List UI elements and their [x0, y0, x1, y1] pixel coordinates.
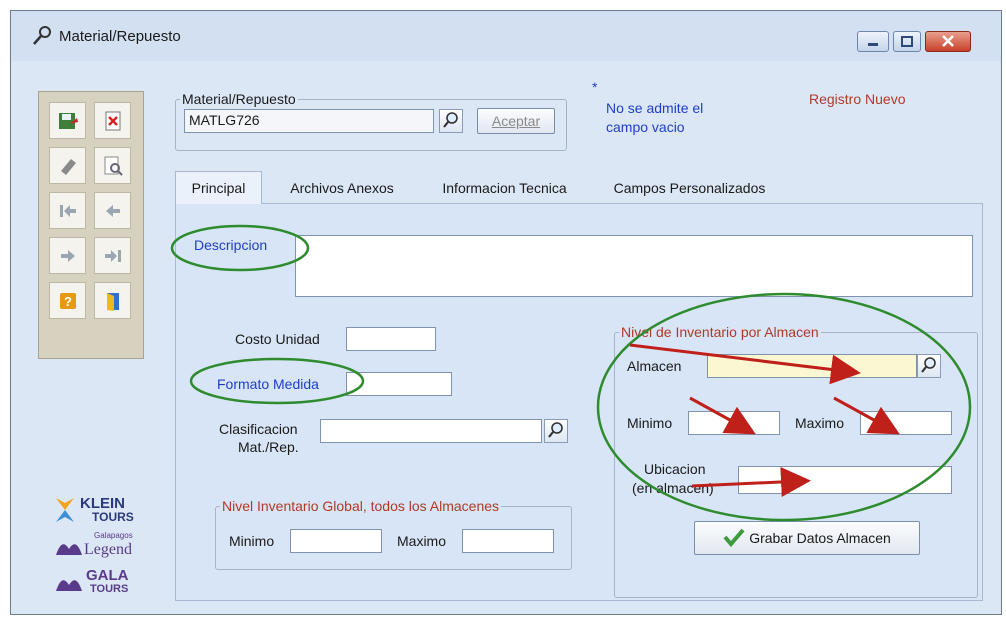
clasificacion-label-line2: Mat./Rep. — [238, 439, 299, 455]
global-maximo-label: Maximo — [397, 533, 447, 549]
almacen-minimo-field[interactable] — [688, 411, 780, 435]
help-icon: ? — [57, 290, 79, 312]
ubicacion-field[interactable] — [738, 466, 952, 494]
maximize-button[interactable] — [893, 31, 921, 52]
minimize-button[interactable] — [857, 31, 889, 52]
clasificacion-field[interactable] — [320, 419, 542, 443]
exit-icon — [102, 290, 124, 312]
svg-text:?: ? — [64, 294, 72, 309]
window-client: ? KLEIN TOURS Galapagos Legend GALA TOUR… — [12, 61, 1000, 614]
almacen-label: Almacen — [627, 358, 682, 374]
formato-medida-label: Formato Medida — [217, 376, 319, 392]
almacen-search-button[interactable] — [917, 354, 941, 378]
legend-logo-small: Galapagos — [94, 531, 133, 540]
help-button[interactable]: ? — [49, 282, 86, 319]
previous-record-icon — [102, 200, 124, 222]
eraser-button[interactable] — [49, 147, 86, 184]
required-notice-line1: No se admite el — [606, 100, 704, 116]
tab-informacion-tecnica[interactable]: Informacion Tecnica — [417, 171, 592, 204]
ubicacion-label: Ubicacion — [644, 461, 706, 477]
last-record-icon — [102, 245, 124, 267]
first-record-icon — [57, 200, 79, 222]
delete-button[interactable] — [94, 102, 131, 139]
preview-icon — [102, 155, 124, 177]
descripcion-label: Descripcion — [194, 237, 268, 253]
gala-logo-icon — [56, 580, 82, 591]
global-maximo-field[interactable] — [462, 529, 554, 553]
search-icon — [920, 356, 938, 377]
descripcion-field[interactable] — [295, 235, 973, 297]
global-minimo-field[interactable] — [290, 529, 382, 553]
clasificacion-label: Clasificacion — [219, 421, 298, 437]
previous-record-button[interactable] — [94, 192, 131, 229]
tab-principal[interactable]: Principal — [175, 171, 262, 204]
search-icon — [547, 421, 565, 442]
wrench-icon — [31, 25, 53, 47]
company-logos: KLEIN TOURS Galapagos Legend GALA TOURS — [52, 495, 150, 599]
grabar-almacen-label: Grabar Datos Almacen — [749, 530, 891, 546]
galapagos-legend-logo: Galapagos Legend — [52, 529, 150, 561]
almacen-maximo-label: Maximo — [795, 415, 845, 431]
almacen-inventory-legend: Nivel de Inventario por Almacen — [621, 324, 819, 340]
klein-logo-icon — [56, 498, 74, 522]
gala-logo-text: GALA — [86, 567, 129, 584]
record-status: Registro Nuevo — [809, 91, 906, 107]
save-button[interactable] — [49, 102, 86, 139]
preview-button[interactable] — [94, 147, 131, 184]
legend-logo-text: Legend — [84, 541, 132, 558]
save-icon — [57, 110, 79, 132]
exit-button[interactable] — [94, 282, 131, 319]
grabar-almacen-button[interactable]: Grabar Datos Almacen — [694, 521, 920, 555]
eraser-icon — [57, 155, 79, 177]
clasificacion-search-button[interactable] — [544, 419, 568, 443]
accept-button[interactable]: Aceptar — [477, 108, 555, 134]
costo-unidad-label: Costo Unidad — [235, 331, 320, 347]
tab-campos-personalizados[interactable]: Campos Personalizados — [592, 171, 787, 204]
gala-tours-logo: GALA TOURS — [52, 565, 150, 599]
almacen-field[interactable] — [707, 354, 917, 378]
legend-logo-icon — [56, 544, 82, 555]
klein-tours-logo: KLEIN TOURS — [52, 495, 150, 527]
required-asterisk: * — [592, 79, 598, 95]
delete-icon — [102, 110, 124, 132]
material-code-field[interactable]: MATLG726 — [184, 109, 434, 133]
material-window: Material/Repuesto ? KLEIN TOURS Galapago… — [10, 10, 1002, 615]
global-inventory-legend: Nivel Inventario Global, todos los Almac… — [222, 498, 500, 514]
material-group-label: Material/Repuesto — [182, 91, 296, 107]
costo-unidad-field[interactable] — [346, 327, 436, 351]
almacen-minimo-label: Minimo — [627, 415, 673, 431]
window-title: Material/Repuesto — [59, 28, 181, 45]
last-record-button[interactable] — [94, 237, 131, 274]
record-toolbar: ? — [38, 91, 144, 359]
tab-archivos-anexos[interactable]: Archivos Anexos — [267, 171, 417, 204]
title-bar: Material/Repuesto — [11, 11, 1001, 61]
close-button[interactable] — [925, 31, 971, 52]
ubicacion-label-line2: (en almacen) — [632, 480, 714, 496]
checkmark-icon — [723, 527, 745, 550]
next-record-button[interactable] — [49, 237, 86, 274]
klein-logo-subtext: TOURS — [92, 510, 134, 524]
first-record-button[interactable] — [49, 192, 86, 229]
formato-medida-field[interactable] — [346, 372, 452, 396]
almacen-maximo-field[interactable] — [860, 411, 952, 435]
search-icon — [442, 111, 460, 132]
material-search-button[interactable] — [439, 109, 463, 133]
next-record-icon — [57, 245, 79, 267]
required-notice-line2: campo vacio — [606, 119, 685, 135]
gala-logo-subtext: TOURS — [90, 583, 129, 595]
global-minimo-label: Minimo — [229, 533, 275, 549]
